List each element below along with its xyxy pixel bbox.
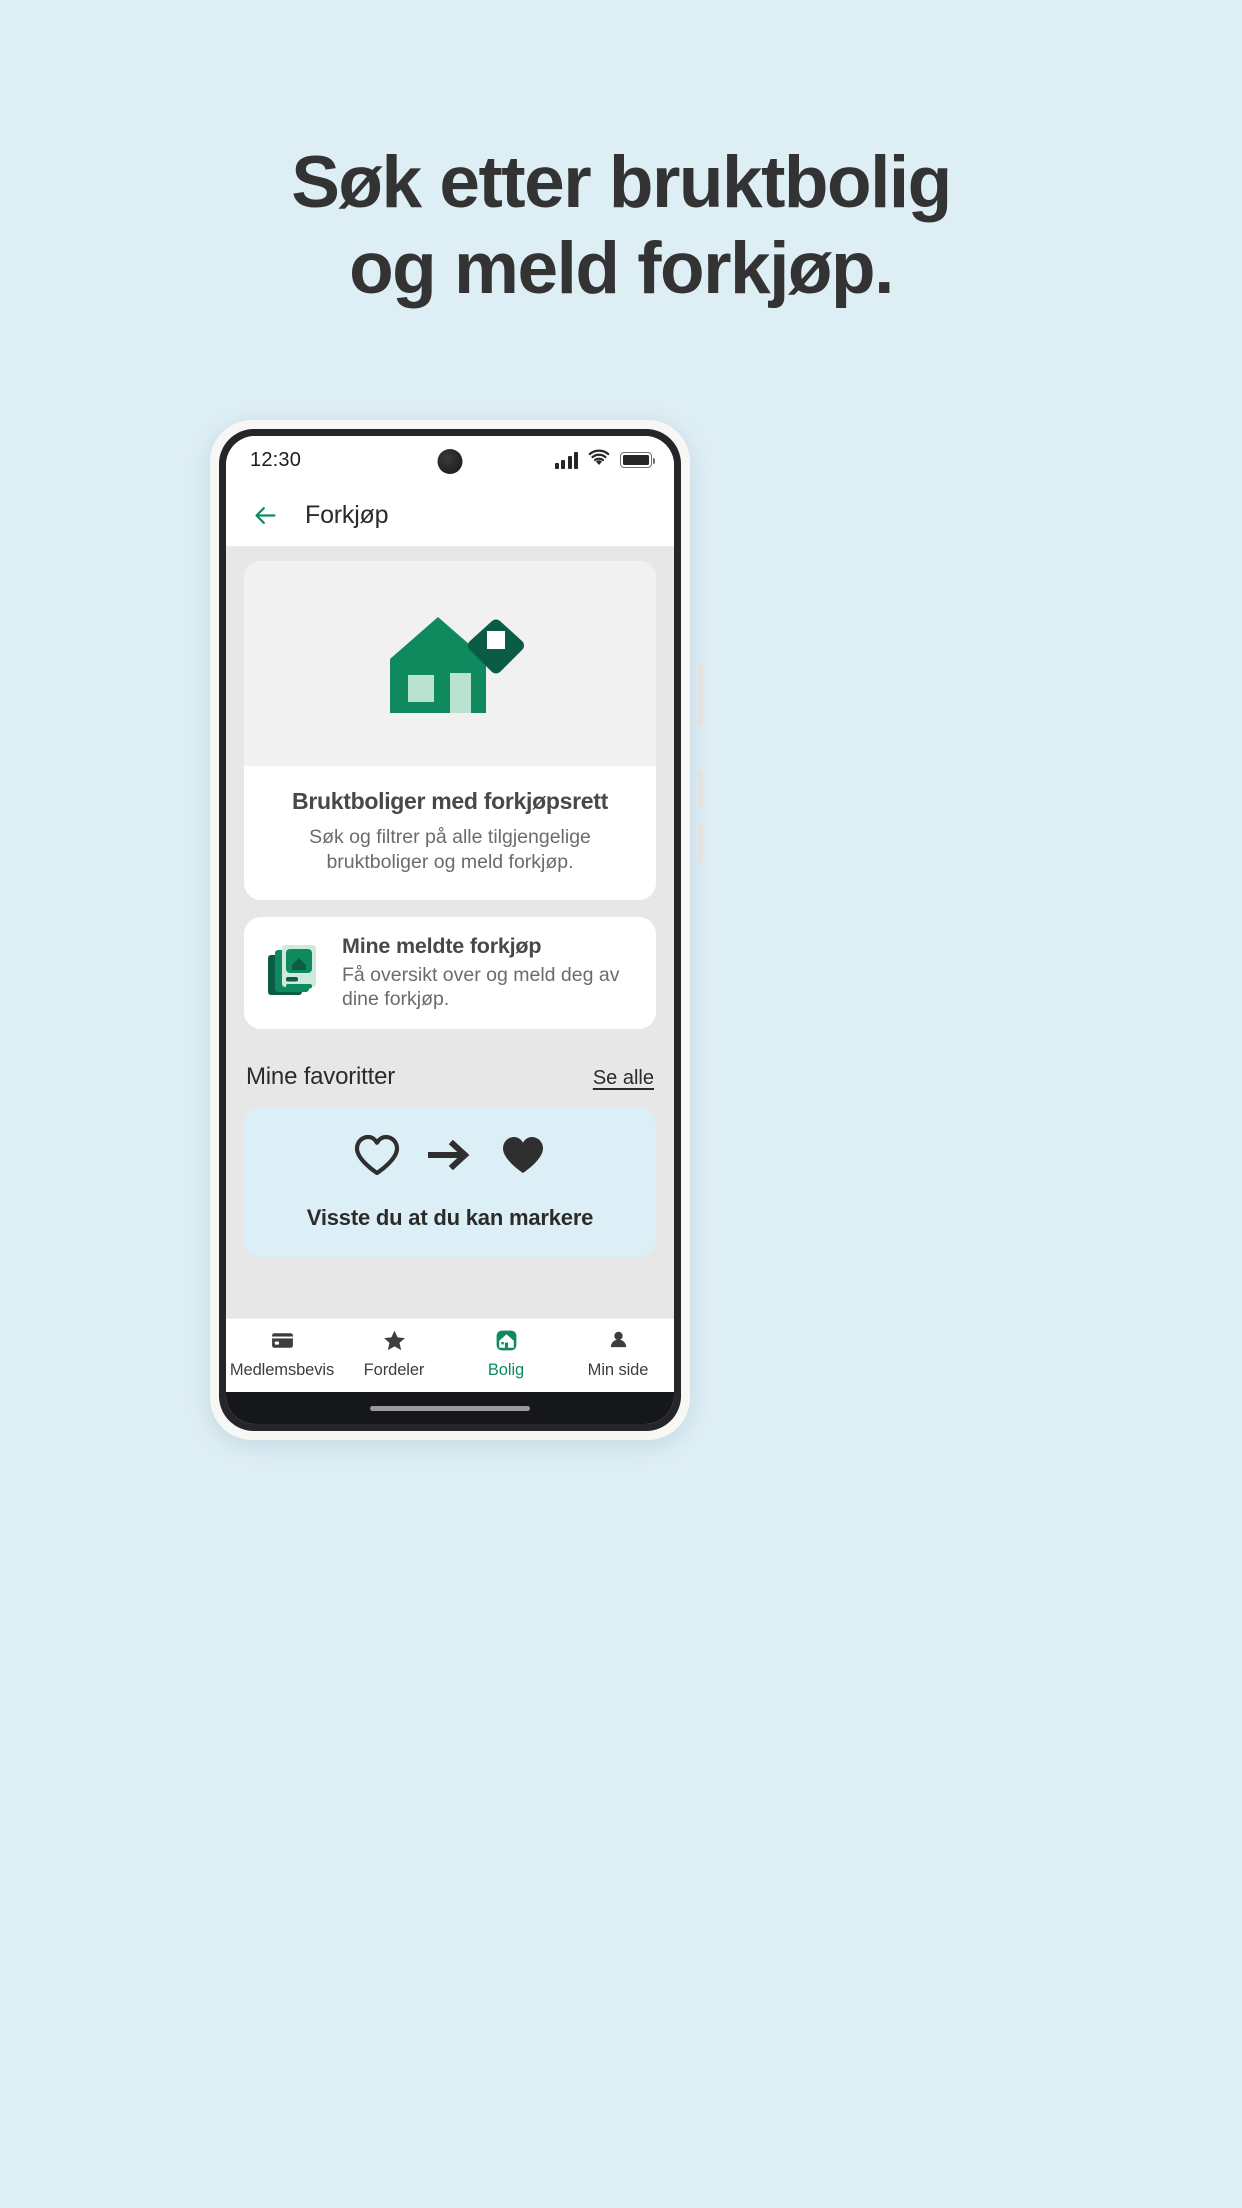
nav-item-medlemsbevis[interactable]: Medlemsbevis: [226, 1328, 338, 1380]
nav-label: Medlemsbevis: [229, 1360, 335, 1379]
home-icon: [494, 1328, 519, 1354]
tip-card-icons: [264, 1133, 636, 1182]
bottom-navigation: Medlemsbevis Fordeler Bolig Min side: [226, 1318, 674, 1392]
status-bar: 12:30: [226, 436, 674, 484]
status-icons: [554, 449, 655, 471]
headline-line-2: og meld forkjøp.: [349, 228, 894, 310]
membership-card-icon: [270, 1328, 295, 1354]
battery-full-icon: [620, 452, 655, 468]
hero-card-text: Bruktboliger med forkjøpsrett Søk og fil…: [244, 766, 656, 900]
phone-side-button-upper: [698, 770, 703, 808]
person-icon: [606, 1328, 631, 1354]
heart-outline-icon: [353, 1133, 401, 1182]
app-title: Forkjøp: [305, 500, 389, 529]
nav-item-min-side[interactable]: Min side: [562, 1328, 674, 1380]
nav-label: Min side: [587, 1360, 649, 1379]
app-content: Bruktboliger med forkjøpsrett Søk og fil…: [226, 547, 674, 1318]
list-card-title: Mine meldte forkjøp: [342, 934, 542, 959]
favorites-section-header: Mine favoritter Se alle: [244, 1063, 656, 1091]
home-indicator[interactable]: [370, 1405, 530, 1411]
phone-bezel: 12:30 Forkjøp Bruktboliger med forkjøpsr…: [219, 429, 681, 1431]
arrow-right-icon: [427, 1135, 473, 1180]
nav-item-fordeler[interactable]: Fordeler: [338, 1328, 450, 1380]
phone-side-button-lower: [698, 825, 703, 863]
house-with-tag-icon: [374, 601, 526, 726]
nav-label: Bolig: [487, 1360, 525, 1379]
star-icon: [382, 1328, 407, 1354]
nav-label: Fordeler: [363, 1360, 425, 1379]
list-card-text: Mine meldte forkjøp Få oversikt over og …: [342, 934, 636, 1012]
hero-card-description: Søk og filtrer på alle tilgjengelige bru…: [309, 826, 591, 873]
documents-stack-icon: [264, 941, 322, 1004]
list-card-description: Få oversikt over og meld deg av dine for…: [342, 964, 620, 1011]
heart-filled-icon: [499, 1133, 547, 1182]
status-time: 12:30: [250, 448, 302, 471]
see-all-link[interactable]: Se alle: [593, 1067, 654, 1090]
favorites-section-title: Mine favoritter: [246, 1062, 396, 1090]
list-card-mine-meldte-forkjop[interactable]: Mine meldte forkjøp Få oversikt over og …: [244, 917, 656, 1029]
tip-card-text: Visste du at du kan markere: [306, 1204, 594, 1230]
hero-card-title: Bruktboliger med forkjøpsrett: [292, 788, 608, 814]
page-title: Søk etter bruktbolig og meld forkjøp.: [0, 140, 1242, 312]
tip-card-favorites[interactable]: Visste du at du kan markere: [244, 1106, 656, 1257]
signal-bars-icon: [554, 451, 578, 469]
nav-item-bolig[interactable]: Bolig: [450, 1328, 562, 1380]
phone-side-button-volume: [698, 665, 703, 725]
phone-mockup: 12:30 Forkjøp Bruktboliger med forkjøpsr…: [210, 420, 703, 1440]
wifi-icon: [588, 449, 610, 471]
hero-card-bruktboliger[interactable]: Bruktboliger med forkjøpsrett Søk og fil…: [244, 561, 656, 901]
headline-line-1: Søk etter bruktbolig: [291, 142, 952, 223]
home-indicator-area: [226, 1392, 674, 1424]
phone-screen: 12:30 Forkjøp Bruktboliger med forkjøpsr…: [226, 436, 674, 1424]
app-header: Forkjøp: [226, 484, 674, 547]
back-arrow-icon[interactable]: [252, 502, 279, 529]
hero-illustration: [244, 561, 656, 766]
front-camera-punch-hole-icon: [437, 449, 463, 474]
